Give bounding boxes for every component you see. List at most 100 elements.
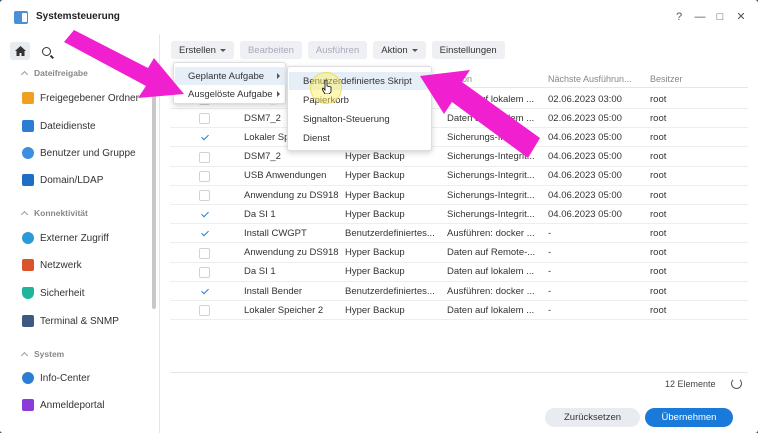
menu-item-triggered-task[interactable]: Ausgelöste Aufgabe bbox=[175, 85, 286, 103]
header-next-run[interactable]: Nächste Ausführun... bbox=[548, 74, 632, 84]
sidebar-item-external-access[interactable]: Externer Zugriff bbox=[22, 229, 109, 247]
window-title: Systemsteuerung bbox=[36, 11, 120, 22]
enable-checkbox[interactable] bbox=[199, 151, 210, 163]
next-run-cell: 04.06.2023 05:00 bbox=[548, 208, 622, 220]
enable-checkbox[interactable] bbox=[199, 170, 210, 182]
task-name-cell: Da SI 1 bbox=[244, 208, 276, 220]
hand-cursor-icon bbox=[322, 80, 332, 94]
task-name-cell: Anwendung zu DS918 bbox=[244, 247, 339, 259]
folder-icon bbox=[22, 92, 34, 104]
enable-checkbox[interactable] bbox=[199, 305, 210, 317]
task-type-cell: Hyper Backup bbox=[345, 247, 405, 259]
sidebar-item-terminal-snmp[interactable]: Terminal & SNMP bbox=[22, 312, 119, 330]
scheduled-task-submenu: Benutzerdefiniertes Skript Papierkorb Si… bbox=[287, 66, 432, 151]
run-button[interactable]: Ausführen bbox=[307, 41, 368, 59]
task-name-cell: DSM7_2 bbox=[244, 151, 281, 163]
home-button[interactable] bbox=[10, 42, 30, 60]
enable-checkbox[interactable] bbox=[199, 132, 210, 144]
table-row[interactable]: Lokaler Speicher 2 Hyper Backup Daten auf … bbox=[170, 301, 748, 321]
header-owner[interactable]: Besitzer bbox=[650, 74, 683, 84]
owner-cell: root bbox=[650, 227, 667, 239]
reset-button[interactable]: Zurücksetzen bbox=[545, 408, 640, 427]
sidebar-item-network[interactable]: Netzwerk bbox=[22, 256, 82, 274]
table-row[interactable]: Da SI 1 Hyper Backup Daten auf lokalem ...… bbox=[170, 263, 748, 282]
table-row[interactable]: USB Anwendungen Hyper Backup Sicherungs-In… bbox=[170, 167, 748, 186]
settings-button[interactable]: Einstellungen bbox=[431, 41, 505, 59]
control-panel-icon bbox=[14, 11, 28, 24]
file-services-icon bbox=[22, 120, 34, 132]
next-run-cell: - bbox=[548, 304, 552, 316]
owner-cell: root bbox=[650, 304, 667, 316]
enable-checkbox[interactable] bbox=[199, 266, 210, 278]
owner-cell: root bbox=[650, 247, 667, 259]
task-action-cell: Ausführen: docker ... bbox=[447, 227, 535, 239]
menu-item-service[interactable]: Dienst bbox=[289, 129, 432, 147]
task-action-cell: Ausführen: docker ... bbox=[447, 285, 535, 297]
sidebar-scrollbar[interactable] bbox=[152, 74, 156, 309]
chevron-right-icon bbox=[277, 91, 280, 97]
maximize-button[interactable]: □ bbox=[713, 11, 727, 23]
next-run-cell: 02.06.2023 03:00 bbox=[548, 93, 622, 105]
task-name-cell: Lokaler Speicher 2 bbox=[244, 304, 324, 316]
section-system[interactable]: System bbox=[20, 349, 64, 359]
enable-checkbox[interactable] bbox=[199, 190, 210, 201]
task-action-cell: Daten auf lokalem ... bbox=[447, 304, 535, 316]
login-portal-icon bbox=[22, 399, 34, 411]
sidebar-item-security[interactable]: Sicherheit bbox=[22, 284, 84, 302]
apply-button[interactable]: Übernehmen bbox=[645, 408, 733, 427]
action-button[interactable]: Aktion bbox=[373, 41, 426, 59]
enable-checkbox[interactable] bbox=[199, 209, 210, 221]
enable-checkbox[interactable] bbox=[199, 113, 210, 125]
enable-checkbox[interactable] bbox=[199, 286, 210, 297]
enable-checkbox[interactable] bbox=[199, 228, 210, 240]
domain-icon bbox=[22, 174, 34, 186]
next-run-cell: 04.06.2023 05:00 bbox=[548, 170, 622, 182]
close-button[interactable]: ✕ bbox=[734, 11, 748, 23]
table-row[interactable]: Install CWGPT Benutzerdefiniertes... Ausfü… bbox=[170, 224, 748, 244]
sidebar-item-info-center[interactable]: Info-Center bbox=[22, 369, 90, 387]
refresh-icon[interactable] bbox=[731, 378, 742, 389]
task-name-cell: Da SI 1 bbox=[244, 266, 276, 278]
menu-item-scheduled-task[interactable]: Geplante Aufgabe bbox=[175, 67, 286, 85]
network-house-icon bbox=[22, 259, 34, 271]
sidebar-item-domain-ldap[interactable]: Domain/LDAP bbox=[22, 171, 103, 189]
next-run-cell: - bbox=[548, 285, 552, 297]
edit-button[interactable]: Bearbeiten bbox=[239, 41, 302, 59]
next-run-cell: - bbox=[548, 227, 552, 239]
next-run-cell: 04.06.2023 05:00 bbox=[548, 131, 622, 143]
task-type-cell: Hyper Backup bbox=[345, 208, 405, 220]
table-row[interactable]: Install Bender Benutzerdefiniertes... Ausf… bbox=[170, 282, 748, 301]
task-name-cell: DSM7_2 bbox=[244, 112, 281, 124]
table-row[interactable]: Anwendung zu DS918 Hyper Backup Sicherungs… bbox=[170, 186, 748, 205]
enable-checkbox[interactable] bbox=[199, 247, 210, 259]
chevron-right-icon bbox=[277, 73, 280, 79]
table-row[interactable]: Da SI 1 Hyper Backup Sicherungs-Integrit..… bbox=[170, 205, 748, 225]
terminal-icon bbox=[22, 315, 34, 327]
task-type-cell: Benutzerdefiniertes... bbox=[345, 285, 435, 297]
task-type-cell: Hyper Backup bbox=[345, 266, 405, 278]
owner-cell: root bbox=[650, 112, 667, 124]
globe-icon bbox=[22, 232, 34, 244]
table-row[interactable]: Anwendung zu DS918 Hyper Backup Daten auf … bbox=[170, 244, 748, 263]
menu-item-beep-control[interactable]: Signalton-Steuerung bbox=[289, 110, 432, 128]
control-panel-window: Systemsteuerung ? — □ ✕ Dateifreigabe Fr… bbox=[0, 0, 758, 433]
sidebar-item-login-portal[interactable]: Anmeldeportal bbox=[22, 396, 104, 414]
owner-cell: root bbox=[650, 266, 667, 278]
owner-cell: root bbox=[650, 208, 667, 220]
task-action-cell: Sicherungs-Integrit... bbox=[447, 170, 535, 182]
owner-cell: root bbox=[650, 170, 667, 182]
caret-down-icon bbox=[411, 48, 418, 52]
task-name-cell: Lokaler Sp bbox=[244, 131, 290, 143]
task-type-cell: Hyper Backup bbox=[345, 189, 405, 201]
section-connectivity[interactable]: Konnektivität bbox=[20, 208, 88, 218]
toolbar: Erstellen Bearbeiten Ausführen Aktion Ei… bbox=[171, 41, 505, 59]
annotation-arrow-right bbox=[420, 70, 540, 158]
minimize-button[interactable]: — bbox=[693, 11, 707, 23]
users-icon bbox=[22, 147, 34, 159]
search-button[interactable] bbox=[36, 42, 56, 60]
task-name-cell: USB Anwendungen bbox=[244, 170, 327, 182]
sidebar-item-file-services[interactable]: Dateidienste bbox=[22, 117, 96, 135]
help-button[interactable]: ? bbox=[672, 11, 686, 23]
task-action-cell: Sicherungs-Integrit... bbox=[447, 208, 535, 220]
sidebar-item-users-groups[interactable]: Benutzer und Gruppe bbox=[22, 144, 136, 162]
